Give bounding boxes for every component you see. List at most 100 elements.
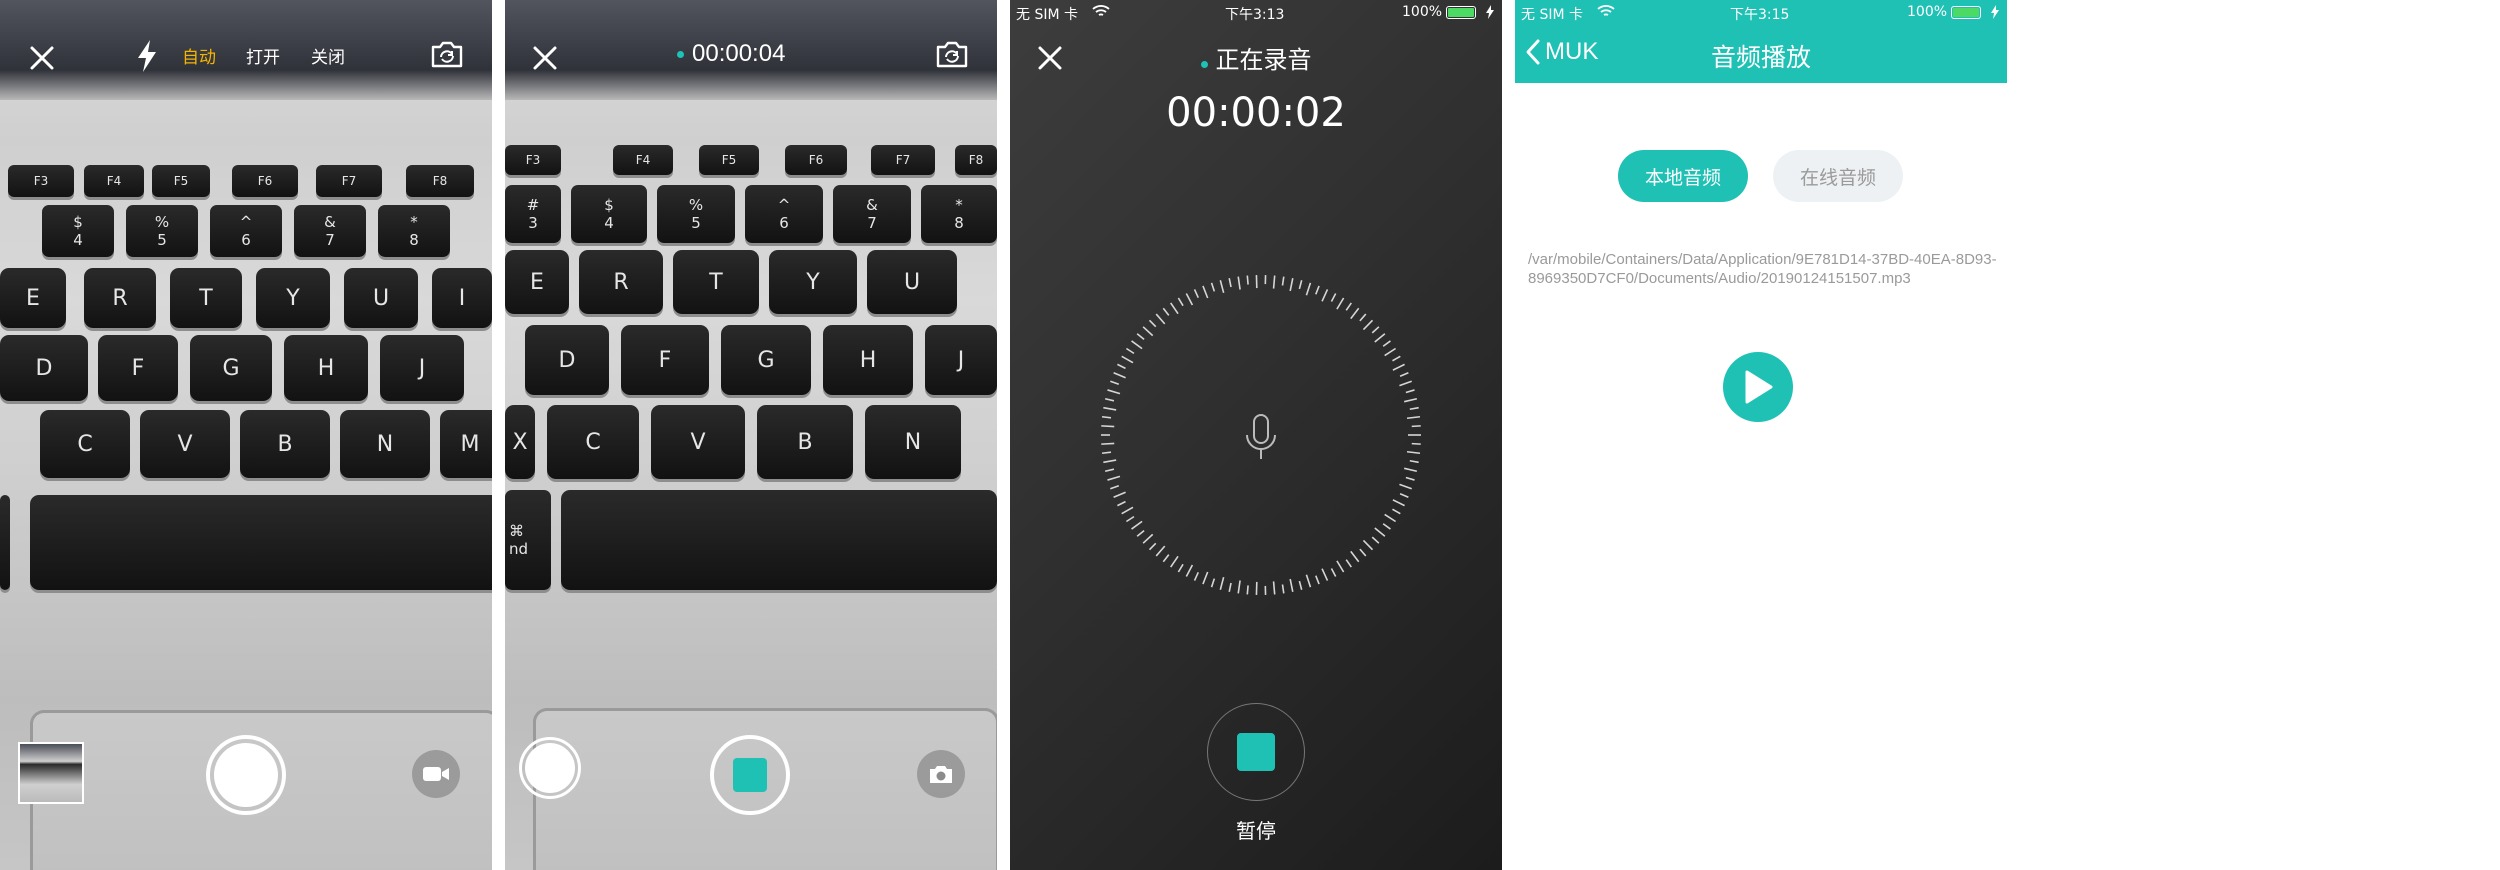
key-label: F6 — [808, 153, 824, 167]
battery-fill — [1448, 8, 1474, 17]
dial-tick — [1185, 564, 1194, 577]
recording-status: 正在录音 — [1010, 40, 1502, 75]
key-letter: X — [505, 405, 535, 479]
key-label: 8 — [954, 214, 964, 232]
carrier-label: 无 SIM 卡 — [1016, 7, 1078, 23]
dial-tick — [1148, 542, 1157, 551]
key-letter: F — [621, 325, 709, 395]
key-label: G — [222, 355, 240, 381]
key-label: C — [585, 429, 601, 455]
dial-tick — [1330, 568, 1337, 577]
key-label: 6 — [241, 231, 251, 249]
dial-tick — [1315, 285, 1320, 295]
key-letter: V — [140, 410, 230, 478]
key-letter: Y — [769, 250, 857, 314]
tab-online-audio[interactable]: 在线音频 — [1773, 150, 1903, 202]
dial-tick — [1136, 333, 1145, 341]
dial-tick — [1177, 297, 1184, 307]
dial-tick — [1121, 355, 1134, 364]
dial-tick — [1409, 459, 1419, 464]
key-label: E — [26, 285, 40, 311]
flash-button[interactable] — [130, 34, 164, 78]
dial-tick — [1382, 340, 1391, 347]
key-number: * 8 — [378, 205, 450, 257]
dial-tick — [1125, 347, 1135, 355]
key-label: 5 — [691, 214, 701, 232]
key-letter: D — [525, 325, 609, 395]
switch-camera-button[interactable] — [930, 34, 974, 74]
dial-tick — [1298, 280, 1303, 290]
shutter-button[interactable] — [206, 735, 286, 815]
recording-timer: 00:00:04 — [677, 40, 785, 68]
dial-tick — [1321, 289, 1329, 302]
key-label: F — [131, 355, 145, 381]
key-label: F5 — [173, 174, 189, 188]
switch-camera-button[interactable] — [425, 34, 469, 74]
wifi-icon — [1092, 5, 1110, 16]
last-photo-thumbnail[interactable] — [18, 742, 84, 804]
dial-tick — [1121, 506, 1134, 515]
key-label: 4 — [73, 231, 83, 249]
dial-tick — [1399, 371, 1409, 377]
key-label: N — [904, 429, 922, 455]
pause-recording-button[interactable] — [1207, 703, 1305, 801]
switch-to-video-button[interactable] — [412, 750, 460, 798]
dial-tick — [1113, 491, 1126, 499]
navigation-bar: 无 SIM 卡 下午3:15 100% MUK 音频播放 — [1515, 0, 2007, 83]
stop-recording-button[interactable] — [710, 735, 790, 815]
dial-tick — [1101, 451, 1112, 455]
dial-tick — [1330, 293, 1337, 302]
dial-tick — [1104, 468, 1115, 473]
key-label: T — [199, 285, 213, 311]
key-label: E — [530, 269, 544, 295]
screenshot-stage: F3 F4 F5 F6 F7 F8 $4 % 5 ^ 6 & 7 * 8 E R T Y… — [0, 0, 2500, 870]
dial-tick — [1219, 280, 1225, 294]
dial-tick — [1101, 442, 1115, 445]
dial-tick — [1219, 576, 1225, 590]
flash-option-off[interactable]: 关闭 — [311, 43, 345, 68]
key-fn: F4 — [613, 145, 673, 175]
switch-to-photo-button[interactable] — [917, 750, 965, 798]
close-button[interactable] — [523, 36, 567, 80]
key-letter: J — [380, 335, 464, 401]
dial-tick — [1107, 475, 1121, 481]
key-cmd — [0, 495, 10, 590]
close-button[interactable] — [20, 36, 64, 80]
play-button[interactable] — [1723, 352, 1793, 422]
key-number: % 5 — [126, 205, 198, 257]
dial-tick — [1281, 584, 1285, 594]
key-label: F8 — [432, 174, 448, 188]
key-label: R — [613, 269, 629, 295]
key-symbol: & — [324, 213, 336, 231]
dial-tick — [1170, 302, 1179, 315]
key-label: Y — [286, 285, 300, 311]
key-letter: B — [757, 405, 853, 479]
key-label: B — [797, 429, 813, 455]
key-number: * 8 — [921, 185, 997, 243]
key-letter: N — [865, 405, 961, 479]
key-space — [30, 495, 492, 590]
key-letter: E — [505, 250, 569, 314]
dial-tick — [1131, 520, 1143, 530]
clock-label: 下午3:15 — [1730, 7, 1790, 23]
key-fn: F8 — [955, 145, 997, 175]
stop-icon — [733, 758, 767, 792]
dial-tick — [1202, 285, 1209, 299]
dial-tick — [1371, 536, 1380, 544]
key-label: M — [460, 431, 480, 457]
key-label: V — [690, 429, 706, 455]
flash-option-auto[interactable]: 自动 — [182, 43, 216, 68]
key-label: F4 — [635, 153, 651, 167]
capture-photo-button[interactable] — [519, 737, 581, 799]
dial-tick — [1202, 571, 1209, 585]
key-label: V — [177, 431, 193, 457]
key-letter: R — [84, 268, 156, 328]
key-label: J — [418, 355, 426, 381]
key-symbol: * — [955, 196, 963, 214]
dial-tick — [1148, 319, 1157, 328]
key-label: J — [957, 347, 965, 373]
flash-option-on[interactable]: 打开 — [246, 43, 280, 68]
key-number: ^ 6 — [210, 205, 282, 257]
key-letter: C — [547, 405, 639, 479]
tab-local-audio[interactable]: 本地音频 — [1618, 150, 1748, 202]
